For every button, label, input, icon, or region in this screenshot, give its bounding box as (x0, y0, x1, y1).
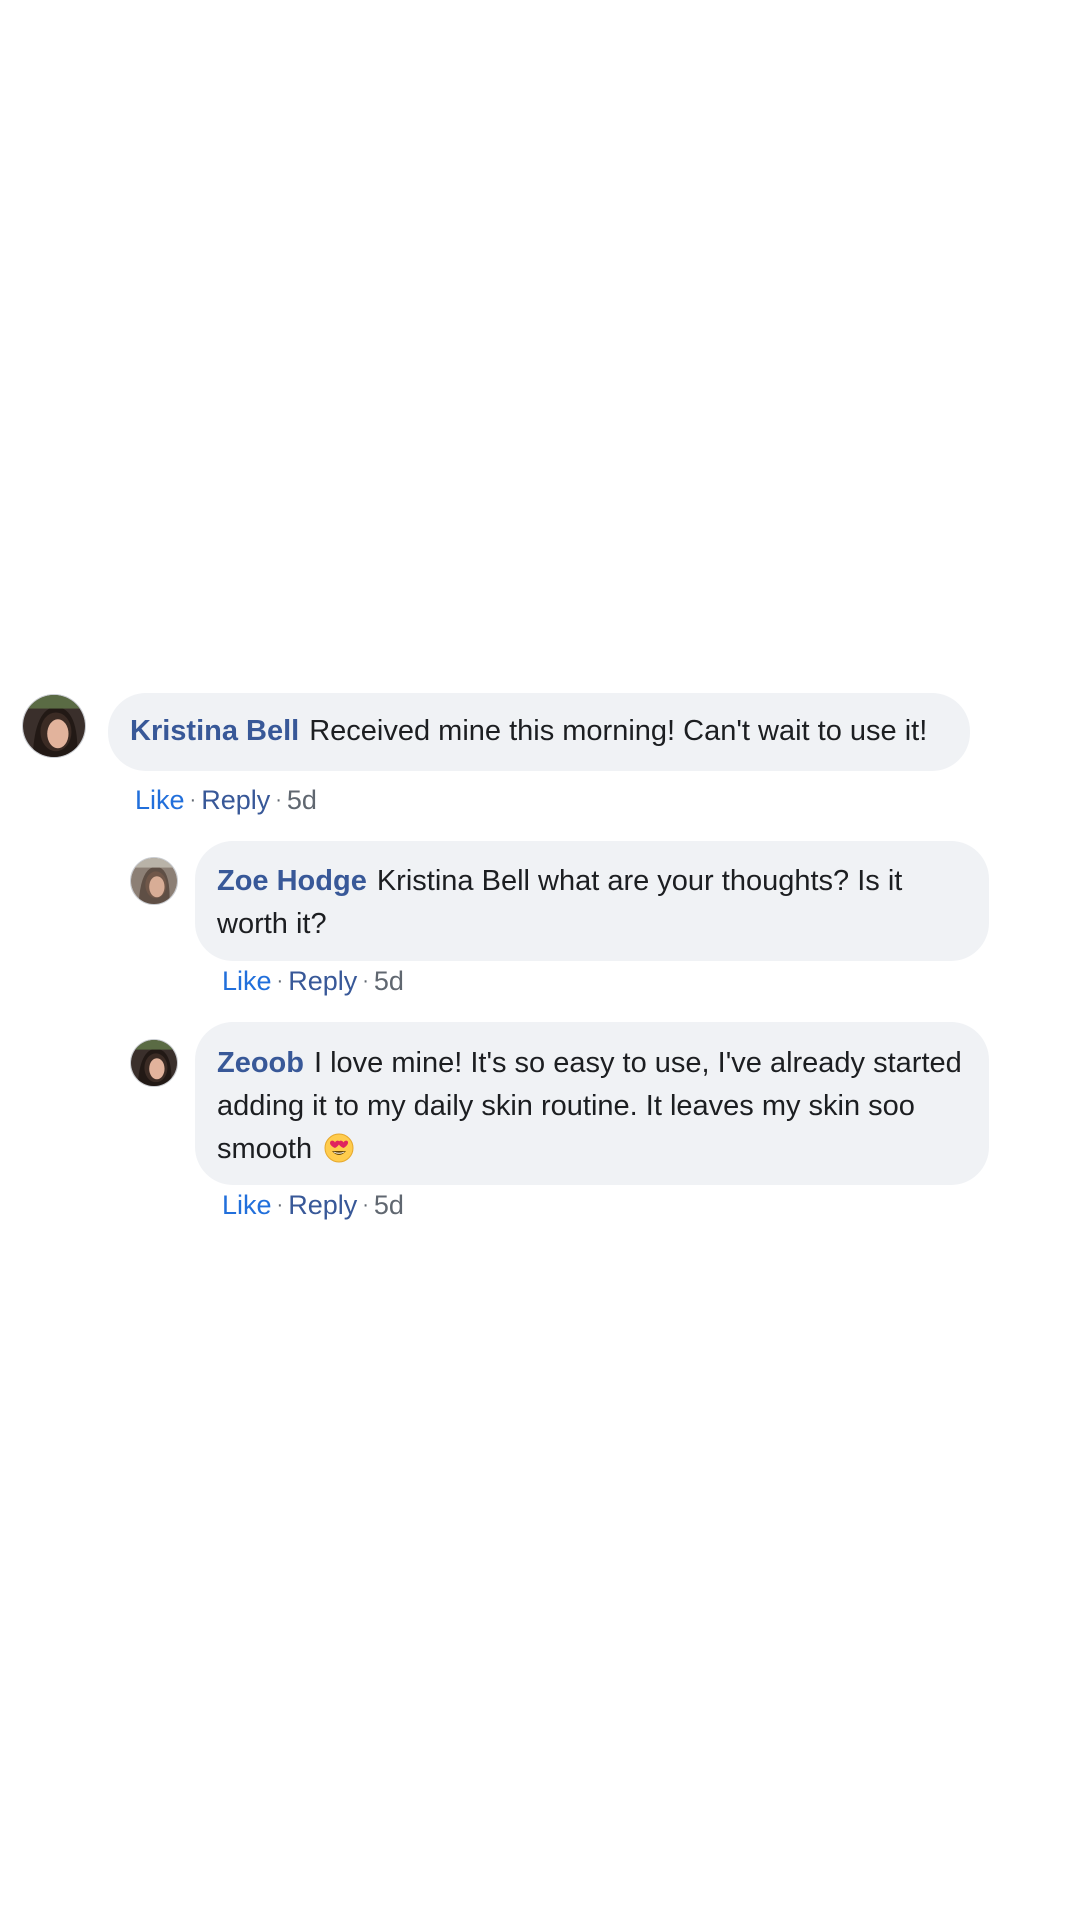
avatar[interactable] (22, 694, 86, 758)
comment-text: Received mine this morning! Can't wait t… (309, 715, 928, 747)
separator-dot: · (276, 970, 284, 992)
comment-actions: Like · Reply · 5d (222, 1187, 404, 1223)
comment-author[interactable]: Zeoob (217, 1047, 304, 1079)
comment-author[interactable]: Kristina Bell (130, 715, 299, 747)
comment-thread: Kristina Bell Received mine this morning!… (0, 0, 1080, 1920)
comment-bubble: Kristina Bell Received mine this morning!… (108, 693, 970, 771)
comment-timestamp[interactable]: 5d (287, 785, 317, 815)
comment-actions: Like · Reply · 5d (222, 963, 404, 999)
comment-actions: Like · Reply · 5d (135, 782, 317, 818)
heart-eyes-emoji-icon (324, 1133, 354, 1163)
reply-button[interactable]: Reply (288, 966, 357, 996)
comment-bubble: Zoe Hodge Kristina Bell what are your tho… (195, 841, 989, 961)
avatar[interactable] (130, 1039, 178, 1087)
reply-button[interactable]: Reply (288, 1190, 357, 1220)
separator-dot: · (276, 1194, 284, 1216)
like-button[interactable]: Like (222, 1190, 272, 1220)
comment-timestamp[interactable]: 5d (374, 966, 404, 996)
like-button[interactable]: Like (222, 966, 272, 996)
comment-author[interactable]: Zoe Hodge (217, 865, 367, 897)
comment-timestamp[interactable]: 5d (374, 1190, 404, 1220)
separator-dot: · (275, 789, 282, 811)
like-button[interactable]: Like (135, 785, 185, 815)
comment-bubble: Zeoob I love mine! It's so easy to use, I… (195, 1022, 989, 1185)
separator-dot: · (362, 1194, 369, 1216)
avatar[interactable] (130, 857, 178, 905)
separator-dot: · (362, 970, 369, 992)
reply-button[interactable]: Reply (201, 785, 270, 815)
separator-dot: · (189, 789, 197, 811)
